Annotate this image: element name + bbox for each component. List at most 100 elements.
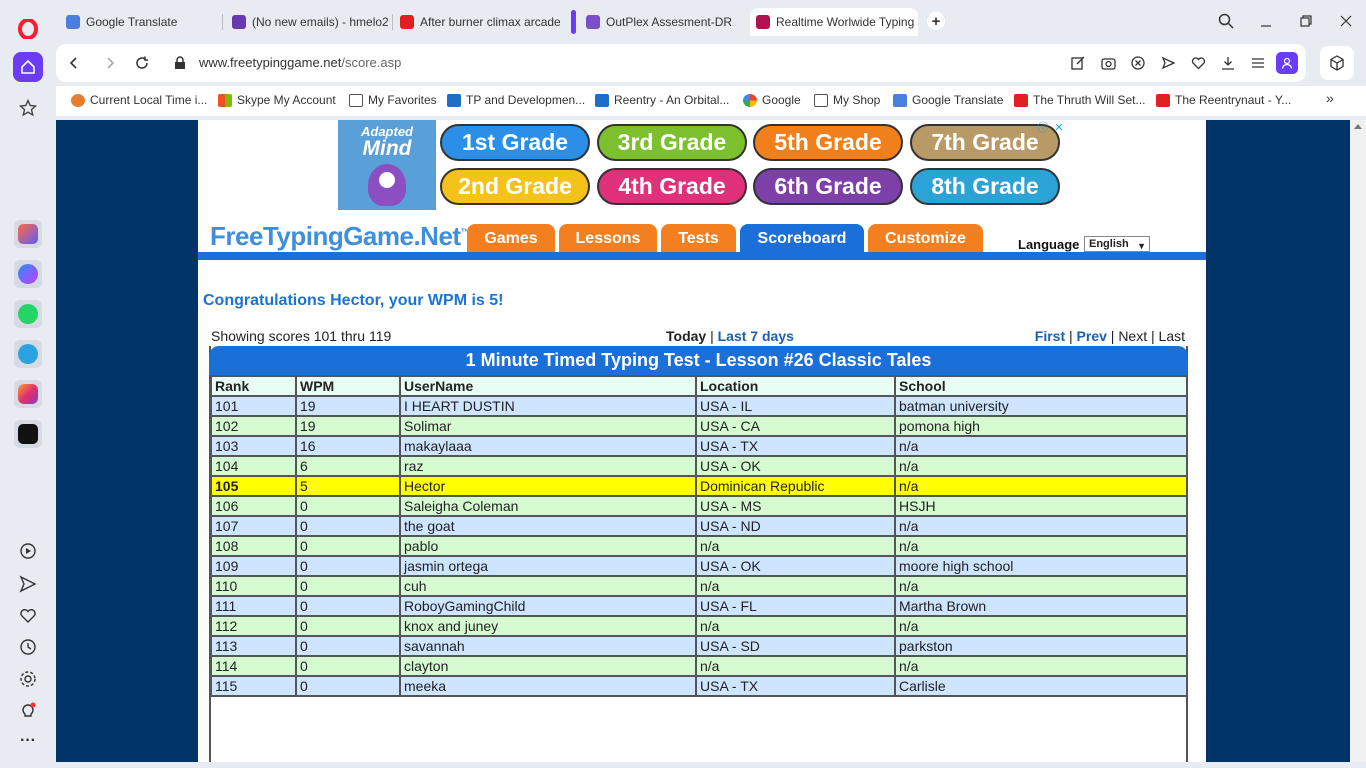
new-tab-plus-icon[interactable]: + <box>927 12 945 30</box>
adblock-icon[interactable] <box>1128 53 1148 73</box>
bookmark-google-translate[interactable]: Google Translate <box>893 93 1003 107</box>
bookmark-tp-development[interactable]: TP and Developmen... <box>447 93 585 107</box>
messenger-icon[interactable] <box>14 260 42 288</box>
table-row: 109 0 jasmin ortega USA - OK moore high scho… <box>210 555 1188 577</box>
more-options-icon[interactable]: ··· <box>17 730 39 752</box>
restore-icon[interactable] <box>1295 10 1317 32</box>
adapted-mind-logo[interactable]: Adapted Mind <box>338 120 436 210</box>
tab-youtube-afterburner[interactable]: After burner climax arcade <box>394 8 560 36</box>
period-last-7-days-link[interactable]: Last 7 days <box>718 328 794 344</box>
back-arrow-icon[interactable] <box>64 53 84 73</box>
tips-lightbulb-icon[interactable] <box>17 700 39 722</box>
school-cell: pomona high <box>894 415 1188 437</box>
heart-icon[interactable] <box>17 605 39 627</box>
ad-grade-button[interactable]: 2nd Grade <box>440 168 590 205</box>
ad-banner[interactable]: Adapted Mind 1st Grade 3rd Grade 5th Gra… <box>338 120 1066 210</box>
nav-tab-lessons[interactable]: Lessons <box>559 224 657 254</box>
period-selector: Today | Last 7 days <box>666 328 794 344</box>
wpm-cell: 0 <box>295 535 401 557</box>
download-icon[interactable] <box>1218 53 1238 73</box>
nav-tab-scoreboard[interactable]: Scoreboard <box>740 224 864 254</box>
more-bookmarks-chevron-icon[interactable]: » <box>1326 90 1334 106</box>
table-row: 105 5 Hector Dominican Republic n/a <box>210 475 1188 497</box>
home-icon[interactable] <box>13 52 43 82</box>
pager-first-link[interactable]: First <box>1035 328 1065 344</box>
address-bar[interactable]: www.freetypinggame.net/score.asp <box>56 44 1306 82</box>
tab-realtime-typing[interactable]: Realtime Worlwide Typing <box>750 8 918 36</box>
wpm-cell: 19 <box>295 395 401 417</box>
bookmark-label: My Favorites <box>368 93 437 107</box>
aria-app-icon[interactable] <box>14 220 42 248</box>
opera-sidebar: ··· <box>0 0 56 768</box>
ad-close-icon[interactable]: ✕ <box>1052 120 1066 134</box>
bookmark-google[interactable]: Google <box>743 93 801 107</box>
bookmark-reentrynaut[interactable]: The Reentrynaut - Y... <box>1156 93 1291 107</box>
bookmark-label: My Shop <box>833 93 881 107</box>
bookmark-my-favorites[interactable]: My Favorites <box>349 93 437 107</box>
ad-info-icon[interactable]: ⓘ <box>1036 120 1050 134</box>
edit-page-icon[interactable] <box>1068 53 1088 73</box>
player-icon[interactable] <box>17 540 39 562</box>
reload-icon[interactable] <box>132 53 152 73</box>
bookmarks-star-icon[interactable] <box>13 93 43 123</box>
tab-search-icon[interactable] <box>1215 10 1237 32</box>
ad-grade-button[interactable]: 3rd Grade <box>597 124 747 161</box>
bookmark-current-local-time[interactable]: Current Local Time i... <box>71 93 207 107</box>
table-row: 102 19 Solimar USA - CA pomona high <box>210 415 1188 437</box>
bookmark-reentry[interactable]: Reentry - An Orbital... <box>595 93 729 107</box>
send-icon[interactable] <box>17 573 39 595</box>
ad-grade-button[interactable]: 8th Grade <box>910 168 1060 205</box>
x-twitter-icon[interactable] <box>14 420 42 448</box>
location-cell: USA - MS <box>695 495 896 517</box>
language-select[interactable]: English ▼ <box>1084 236 1150 252</box>
language-label: Language <box>1018 237 1080 252</box>
camera-snapshot-icon[interactable] <box>1098 53 1118 73</box>
bookmark-my-shop[interactable]: My Shop <box>814 93 880 107</box>
typing-favicon-icon <box>756 15 770 29</box>
ad-grade-button[interactable]: 5th Grade <box>753 124 903 161</box>
wpm-cell: 19 <box>295 415 401 437</box>
lock-icon[interactable] <box>170 53 190 73</box>
tab-google-translate[interactable]: Google Translate <box>60 8 218 36</box>
rank-cell: 104 <box>210 455 297 477</box>
tab-email[interactable]: (No new emails) - hmelo2 <box>226 8 388 36</box>
profile-icon[interactable] <box>1276 52 1298 74</box>
opera-logo-icon[interactable] <box>13 14 43 44</box>
nav-tab-tests[interactable]: Tests <box>661 224 736 254</box>
ad-grade-button[interactable]: 6th Grade <box>753 168 903 205</box>
telegram-icon[interactable] <box>14 340 42 368</box>
site-logo[interactable]: FreeTypingGame.Net™ <box>210 221 471 252</box>
forward-arrow-icon[interactable] <box>100 53 120 73</box>
page-scrollbar[interactable] <box>1350 120 1366 762</box>
location-cell: USA - IL <box>695 395 896 417</box>
column-header-location: Location <box>695 375 896 397</box>
ad-grade-button[interactable]: 4th Grade <box>597 168 747 205</box>
bookmark-label: Google Translate <box>912 93 1004 107</box>
username-cell: the goat <box>399 515 697 537</box>
monster-mascot-icon <box>368 164 406 206</box>
close-window-icon[interactable] <box>1335 10 1357 32</box>
bookmark-truth-will-set[interactable]: The Thruth Will Set... <box>1014 93 1145 107</box>
ad-grade-button[interactable]: 1st Grade <box>440 124 590 161</box>
school-cell: parkston <box>894 635 1188 657</box>
history-clock-icon[interactable] <box>17 636 39 658</box>
location-cell: USA - OK <box>695 455 896 477</box>
settings-gear-icon[interactable] <box>17 668 39 690</box>
favorite-heart-icon[interactable] <box>1188 53 1208 73</box>
bookmark-skype[interactable]: Skype My Account <box>218 93 336 107</box>
table-row: 112 0 knox and juney n/a n/a <box>210 615 1188 637</box>
pager-prev-link[interactable]: Prev <box>1077 328 1107 344</box>
folder-icon <box>814 93 828 107</box>
easy-setup-icon[interactable] <box>1248 53 1268 73</box>
nav-tab-customize[interactable]: Customize <box>868 224 983 254</box>
flow-send-icon[interactable] <box>1158 53 1178 73</box>
minimize-icon[interactable] <box>1255 10 1277 32</box>
url-text[interactable]: www.freetypinggame.net/score.asp <box>199 55 401 70</box>
scroll-up-arrow-icon[interactable] <box>1354 124 1362 129</box>
nav-tab-games[interactable]: Games <box>467 224 555 254</box>
tab-outplex[interactable]: OutPlex Assesment-DR <box>580 8 742 36</box>
whatsapp-icon[interactable] <box>14 300 42 328</box>
instagram-icon[interactable] <box>14 380 42 408</box>
tab-title: (No new emails) - hmelo2 <box>252 15 388 29</box>
extensions-cube-icon[interactable] <box>1320 46 1354 80</box>
